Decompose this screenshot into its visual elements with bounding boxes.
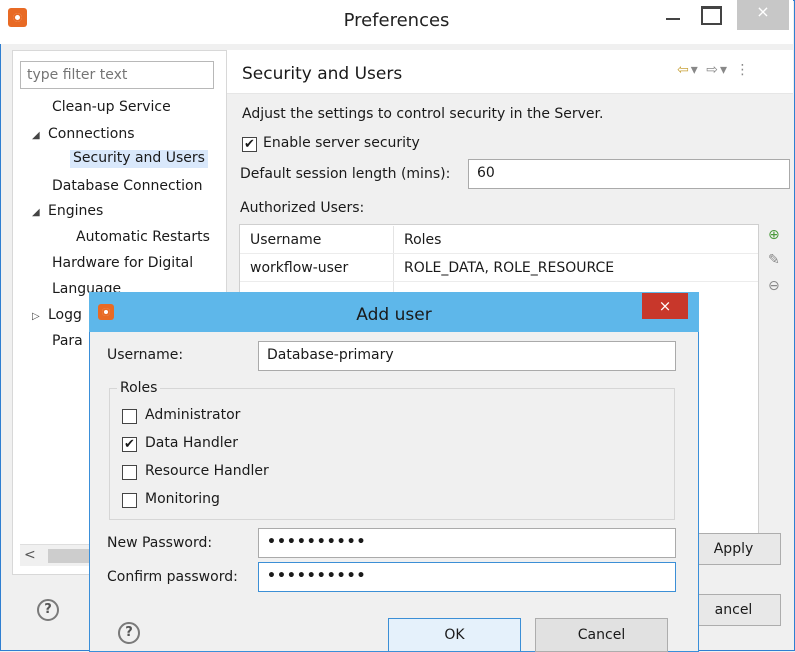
new-password-input[interactable]: •••••••••• [258, 528, 676, 558]
forward-arrow-icon[interactable]: ⇨ [706, 62, 720, 78]
scroll-left-icon[interactable]: < [24, 547, 36, 563]
session-length-input[interactable]: 60 [468, 159, 790, 189]
tree-item-label: Logg [48, 307, 82, 323]
filter-input[interactable] [20, 61, 214, 89]
page-title: Security and Users [242, 64, 403, 84]
role-data-handler-checkbox[interactable]: ✔ [122, 437, 137, 452]
tree-item-database-connection[interactable]: Database Connection [52, 178, 202, 194]
view-menu-icon[interactable]: ⋮ [735, 62, 751, 78]
roles-group-label: Roles [117, 380, 161, 396]
tree-item-cleanup[interactable]: Clean-up Service [52, 99, 171, 115]
tree-item-connections[interactable]: ◢ Connections [32, 126, 135, 142]
ok-button[interactable]: OK [388, 618, 521, 652]
column-header-roles[interactable]: Roles [404, 232, 441, 248]
session-length-label: Default session length (mins): [240, 166, 451, 182]
dialog-cancel-button[interactable]: Cancel [535, 618, 668, 652]
page-description: Adjust the settings to control security … [242, 106, 604, 122]
table-cell-username[interactable]: workflow-user [250, 260, 348, 276]
tree-item-logging[interactable]: ▷ Logg [32, 307, 82, 323]
confirm-password-input[interactable]: •••••••••• [258, 562, 676, 592]
authorized-users-label: Authorized Users: [240, 200, 365, 216]
tree-item-label: Connections [48, 126, 135, 142]
back-arrow-icon[interactable]: ⇦ [677, 62, 691, 78]
add-user-icon[interactable]: ⊕ [768, 227, 780, 243]
role-administrator-label: Administrator [145, 407, 241, 423]
remove-user-icon[interactable]: ⊖ [768, 278, 780, 294]
minimize-button[interactable] [656, 0, 690, 30]
confirm-password-label: Confirm password: [107, 569, 238, 585]
role-administrator-checkbox[interactable] [122, 409, 137, 424]
username-label: Username: [107, 347, 184, 363]
dropdown-icon[interactable]: ▾ [720, 62, 729, 78]
row-divider [240, 253, 758, 254]
tree-item-security-users[interactable]: Security and Users [70, 150, 208, 168]
tree-item-engines[interactable]: ◢ Engines [32, 203, 103, 219]
role-monitoring-label: Monitoring [145, 491, 220, 507]
new-password-label: New Password: [107, 535, 213, 551]
enable-security-label: Enable server security [263, 135, 420, 151]
dropdown-icon[interactable]: ▾ [691, 62, 700, 78]
collapsed-arrow-icon[interactable]: ▷ [32, 311, 48, 322]
column-header-username[interactable]: Username [250, 232, 321, 248]
cancel-button[interactable]: ancel [686, 594, 781, 626]
apply-button[interactable]: Apply [686, 533, 781, 565]
dialog-title: Add user [356, 305, 432, 325]
expanded-arrow-icon[interactable]: ◢ [32, 207, 48, 218]
tree-item-label: Engines [48, 203, 104, 219]
help-icon[interactable]: ? [37, 599, 59, 621]
enable-security-checkbox[interactable]: ✔ [242, 137, 257, 152]
tree-item-parameters[interactable]: Para [52, 333, 83, 349]
tree-item-hardware[interactable]: Hardware for Digital [52, 255, 212, 271]
username-input[interactable]: Database-primary [258, 341, 676, 371]
role-resource-handler-checkbox[interactable] [122, 465, 137, 480]
role-resource-handler-label: Resource Handler [145, 463, 269, 479]
dialog-close-button[interactable]: × [642, 293, 688, 319]
edit-user-icon[interactable]: ✎ [768, 252, 780, 268]
role-monitoring-checkbox[interactable] [122, 493, 137, 508]
dialog-help-icon[interactable]: ? [118, 622, 140, 644]
tree-item-automatic-restarts[interactable]: Automatic Restarts [76, 229, 213, 245]
row-divider [240, 281, 758, 282]
maximize-button[interactable] [693, 0, 727, 30]
expanded-arrow-icon[interactable]: ◢ [32, 130, 48, 141]
close-button[interactable]: × [737, 0, 789, 30]
role-data-handler-label: Data Handler [145, 435, 239, 451]
table-cell-roles[interactable]: ROLE_DATA, ROLE_RESOURCE [404, 260, 614, 276]
history-nav[interactable]: ⇦▾ ⇨▾ ⋮ [677, 62, 751, 78]
